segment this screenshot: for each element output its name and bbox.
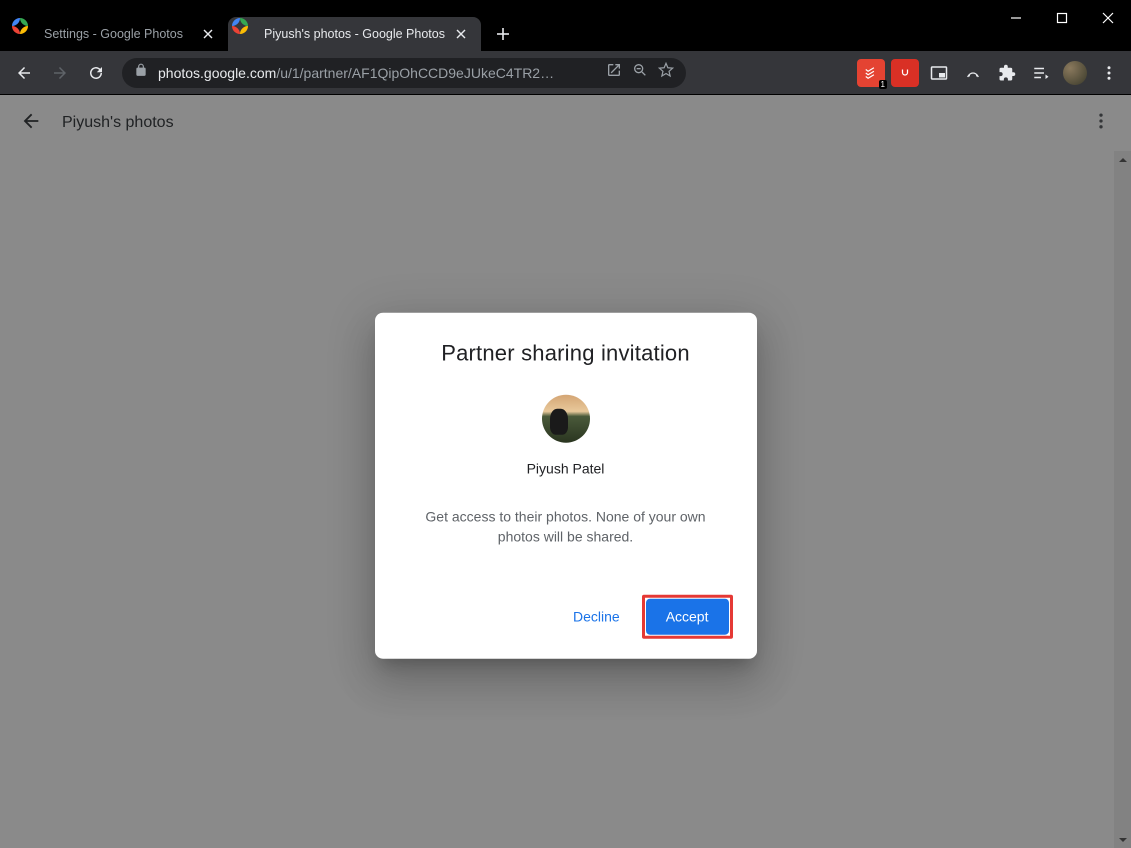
extension-area: 1 — [857, 59, 1123, 87]
browser-tabstrip: Settings - Google Photos Piyush's photos… — [0, 15, 1131, 51]
extension-todoist-icon[interactable]: 1 — [857, 59, 885, 87]
accept-button[interactable]: Accept — [646, 599, 729, 635]
browser-menu-icon[interactable] — [1095, 59, 1123, 87]
dialog-description: Get access to their photos. None of your… — [399, 506, 733, 547]
close-tab-icon[interactable] — [453, 26, 469, 42]
browser-tab-label: Settings - Google Photos — [44, 27, 192, 41]
extensions-menu-icon[interactable] — [993, 59, 1021, 87]
dialog-title: Partner sharing invitation — [399, 340, 733, 366]
bookmark-star-icon[interactable] — [658, 62, 674, 83]
browser-tab-partner-photos[interactable]: Piyush's photos - Google Photos — [228, 17, 481, 51]
close-tab-icon[interactable] — [200, 26, 216, 42]
open-in-new-icon[interactable] — [606, 62, 622, 83]
nav-back-button[interactable] — [8, 57, 40, 89]
media-control-icon[interactable] — [1027, 59, 1055, 87]
google-photos-favicon — [20, 26, 36, 42]
dialog-actions: Decline Accept — [399, 595, 733, 639]
window-titlebar — [0, 0, 1131, 15]
partner-name: Piyush Patel — [399, 460, 733, 476]
window-controls — [993, 0, 1131, 36]
decline-button[interactable]: Decline — [561, 599, 632, 635]
new-tab-button[interactable] — [489, 20, 517, 48]
page-content: Piyush's photos Partner sharing invitati… — [0, 95, 1131, 848]
address-bar[interactable]: photos.google.com/u/1/partner/AF1QipOhCC… — [122, 58, 686, 88]
lock-icon — [134, 63, 148, 82]
zoom-out-icon[interactable] — [632, 62, 648, 83]
extension-generic-icon[interactable] — [959, 59, 987, 87]
window-minimize-button[interactable] — [993, 0, 1039, 36]
browser-tab-settings[interactable]: Settings - Google Photos — [8, 17, 228, 51]
accept-button-highlight: Accept — [642, 595, 733, 639]
extension-pip-icon[interactable] — [925, 59, 953, 87]
browser-toolbar: photos.google.com/u/1/partner/AF1QipOhCC… — [0, 51, 1131, 95]
partner-sharing-invitation-dialog: Partner sharing invitation Piyush Patel … — [375, 312, 757, 659]
google-photos-favicon — [240, 26, 256, 42]
nav-reload-button[interactable] — [80, 57, 112, 89]
browser-tab-label: Piyush's photos - Google Photos — [264, 27, 445, 41]
nav-forward-button[interactable] — [44, 57, 76, 89]
partner-avatar — [542, 394, 590, 442]
extension-ublock-icon[interactable] — [891, 59, 919, 87]
profile-avatar[interactable] — [1061, 59, 1089, 87]
window-close-button[interactable] — [1085, 0, 1131, 36]
extension-badge: 1 — [879, 80, 887, 89]
url-text: photos.google.com/u/1/partner/AF1QipOhCC… — [158, 65, 596, 81]
window-maximize-button[interactable] — [1039, 0, 1085, 36]
